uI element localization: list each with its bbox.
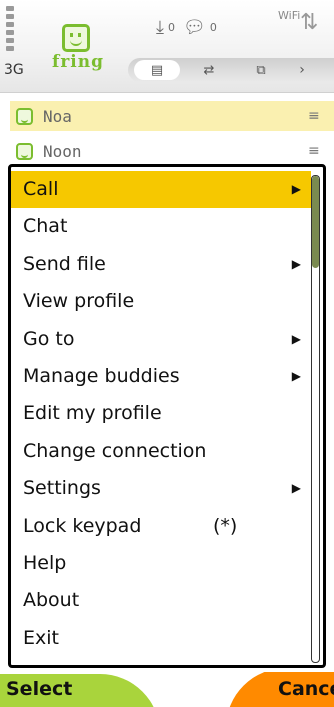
submenu-arrow-icon: ▶ bbox=[291, 368, 301, 383]
menu-item-label: Call bbox=[23, 178, 59, 200]
lines-icon: ≡ bbox=[308, 143, 320, 159]
transfer-arrows-icon: ⇄ bbox=[203, 62, 215, 78]
menu-item-call[interactable]: Call ▶ bbox=[11, 171, 311, 209]
menu-item-label: Exit bbox=[23, 626, 59, 649]
menu-item-label: About bbox=[23, 589, 80, 612]
menu-item-settings[interactable]: Settings ▶ bbox=[11, 470, 311, 507]
menu-item-edit-my-profile[interactable]: Edit my profile bbox=[11, 395, 311, 432]
view-tabs: ▤ ⇄ ⧉ › bbox=[128, 58, 334, 82]
menu-list: Call ▶ Chat Send file ▶ View profile Go … bbox=[11, 171, 311, 657]
menu-scrollbar[interactable] bbox=[311, 175, 320, 663]
menu-item-label: Chat bbox=[23, 215, 68, 238]
menu-item-label: Go to bbox=[23, 327, 75, 350]
menu-item-change-connection[interactable]: Change connection bbox=[11, 433, 311, 470]
menu-item-label: Lock keypad bbox=[23, 514, 142, 537]
wifi-label: WiFi bbox=[278, 9, 301, 22]
signal-strength-icon bbox=[6, 6, 14, 56]
contacts-list-icon: ▤ bbox=[150, 62, 164, 78]
window-icon: ⧉ bbox=[256, 62, 266, 78]
options-menu: Call ▶ Chat Send file ▶ View profile Go … bbox=[8, 164, 326, 668]
download-icon: ⤓ bbox=[156, 16, 164, 38]
buddy-status-icon bbox=[16, 107, 33, 125]
keypad-shortcut: (*) bbox=[213, 514, 238, 537]
menu-item-label: Edit my profile bbox=[23, 402, 162, 425]
buddy-name: Noon bbox=[43, 141, 82, 161]
message-count: 0 bbox=[209, 20, 217, 34]
menu-item-label: Help bbox=[23, 551, 67, 574]
connection-icon: ⇅ bbox=[300, 10, 319, 35]
tab-windows[interactable]: ⧉ bbox=[238, 60, 284, 80]
fring-logo: fring bbox=[52, 8, 122, 72]
buddy-name: Noa bbox=[43, 106, 72, 126]
submenu-arrow-icon: ▶ bbox=[291, 331, 301, 346]
menu-item-label: Manage buddies bbox=[23, 364, 180, 387]
buddy-row[interactable]: Noon ≡ bbox=[10, 136, 334, 166]
status-icons: ⤓ 0 💬︎ 0 bbox=[156, 12, 217, 42]
tab-transfers[interactable]: ⇄ bbox=[186, 60, 232, 80]
menu-item-manage-buddies[interactable]: Manage buddies ▶ bbox=[11, 358, 311, 395]
menu-item-exit[interactable]: Exit bbox=[11, 620, 311, 657]
status-header: 3G fring ⤓ 0 💬︎ 0 WiFi ⇅ ▤ ⇄ ⧉ › bbox=[0, 0, 334, 93]
select-softkey[interactable]: Select bbox=[6, 678, 72, 700]
chevron-right-icon: › bbox=[299, 62, 305, 78]
menu-item-label: Settings bbox=[23, 477, 101, 500]
cancel-softkey[interactable]: Cance bbox=[278, 678, 334, 700]
menu-item-go-to[interactable]: Go to ▶ bbox=[11, 321, 311, 358]
fring-face-icon bbox=[62, 24, 90, 52]
message-icon: 💬︎ bbox=[182, 16, 206, 38]
menu-item-chat[interactable]: Chat bbox=[11, 208, 311, 245]
network-type: 3G bbox=[4, 62, 24, 78]
submenu-arrow-icon: ▶ bbox=[291, 256, 301, 271]
menu-item-view-profile[interactable]: View profile bbox=[11, 283, 311, 320]
buddy-row[interactable]: Noa ≡ bbox=[10, 101, 334, 131]
tab-more[interactable]: › bbox=[292, 60, 312, 80]
fring-logo-text: fring bbox=[52, 52, 104, 72]
menu-item-label: View profile bbox=[23, 290, 135, 313]
menu-item-help[interactable]: Help bbox=[11, 545, 311, 582]
submenu-arrow-icon: ▶ bbox=[291, 182, 301, 196]
download-count: 0 bbox=[167, 20, 175, 34]
buddy-status-icon bbox=[16, 142, 33, 160]
tab-contacts[interactable]: ▤ bbox=[134, 60, 180, 80]
scrollbar-thumb[interactable] bbox=[312, 176, 319, 268]
lines-icon: ≡ bbox=[308, 108, 320, 124]
menu-item-send-file[interactable]: Send file ▶ bbox=[11, 246, 311, 283]
softkey-bar: Select Cance bbox=[0, 672, 334, 707]
menu-item-label: Send file bbox=[23, 252, 106, 275]
submenu-arrow-icon: ▶ bbox=[291, 481, 301, 496]
menu-item-label: Change connection bbox=[23, 439, 207, 462]
menu-item-lock-keypad[interactable]: Lock keypad (*) bbox=[11, 508, 311, 545]
menu-item-about[interactable]: About bbox=[11, 582, 311, 619]
